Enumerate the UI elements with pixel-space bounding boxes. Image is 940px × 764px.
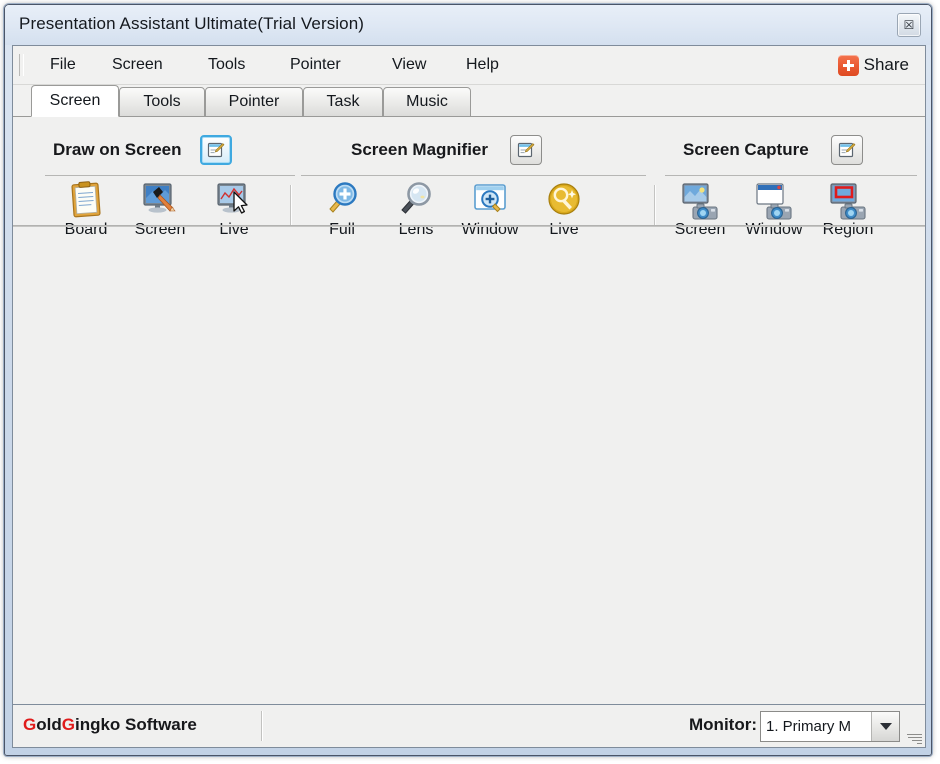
menu-item-screen[interactable]: Screen bbox=[105, 46, 170, 84]
ribbon-item-label: Full bbox=[329, 221, 355, 238]
monitor-pen-icon bbox=[139, 180, 181, 220]
menu-item-view[interactable]: View bbox=[385, 46, 433, 84]
ribbon-items-draw-on-screen: Board Screen Live bbox=[49, 179, 271, 239]
status-separator bbox=[261, 711, 263, 741]
close-button[interactable]: ☒ bbox=[897, 13, 921, 37]
window-title: Presentation Assistant Ultimate(Trial Ve… bbox=[19, 14, 365, 33]
ribbon-group-draw-on-screen: Draw on Screen Board Screen Live bbox=[25, 117, 295, 238]
group-underline-screen-capture bbox=[665, 175, 917, 176]
status-bar: GoldGingko Software Monitor: 1. Primary … bbox=[12, 704, 926, 748]
tab-strip: Screen Tools Pointer Task Music bbox=[13, 85, 925, 117]
magnifier-live-icon bbox=[543, 180, 585, 220]
draw-on-screen-settings-button[interactable] bbox=[199, 135, 232, 165]
ribbon-item-label: Live bbox=[549, 221, 579, 238]
group-underline-screen-magnifier bbox=[301, 175, 646, 176]
main-work-area[interactable] bbox=[13, 258, 925, 707]
share-label: Share bbox=[863, 55, 909, 74]
ribbon-item-live-draw[interactable]: Live bbox=[197, 179, 271, 239]
ribbon-item-label: Window bbox=[745, 221, 803, 238]
tab-tools[interactable]: Tools bbox=[119, 87, 205, 117]
resize-grip-icon[interactable] bbox=[906, 728, 922, 744]
menu-item-file[interactable]: File bbox=[43, 46, 83, 84]
magnifier-plus-icon bbox=[321, 180, 363, 220]
chevron-down-icon[interactable] bbox=[871, 712, 899, 741]
ribbon-item-label: Region bbox=[822, 221, 874, 238]
window-magnifier-icon bbox=[469, 180, 511, 220]
camera-screen-icon bbox=[679, 180, 721, 220]
ribbon-item-live-magnify[interactable]: Live bbox=[527, 179, 601, 239]
ribbon-items-screen-capture: Screen Window Region bbox=[663, 179, 885, 239]
ribbon-item-screen-draw[interactable]: Screen bbox=[123, 179, 197, 239]
application-window: Presentation Assistant Ultimate(Trial Ve… bbox=[4, 4, 932, 756]
monitor-cursor-icon bbox=[213, 180, 255, 220]
camera-region-icon bbox=[827, 180, 869, 220]
group-underline-draw-on-screen bbox=[45, 175, 295, 176]
brand-label: GoldGingko Software bbox=[23, 715, 197, 734]
ribbon-item-label: Screen bbox=[134, 221, 186, 238]
camera-window-icon bbox=[753, 180, 795, 220]
screen-capture-settings-button[interactable] bbox=[830, 135, 863, 165]
ribbon-item-board[interactable]: Board bbox=[49, 179, 123, 239]
title-bar: Presentation Assistant Ultimate(Trial Ve… bbox=[5, 5, 931, 45]
ribbon-item-label: Window bbox=[461, 221, 519, 238]
ribbon-item-capture-screen[interactable]: Screen bbox=[663, 179, 737, 239]
monitor-selected-value: 1. Primary M bbox=[766, 718, 852, 735]
edit-pencil-icon bbox=[517, 142, 535, 158]
ribbon-item-capture-region[interactable]: Region bbox=[811, 179, 885, 239]
ribbon-group-screen-capture: Screen Capture Screen Window Region bbox=[655, 117, 925, 238]
group-header-screen-capture: Screen Capture bbox=[683, 134, 863, 166]
ribbon-group-screen-magnifier: Screen Magnifier Full Lens Window Live bbox=[291, 117, 654, 238]
edit-pencil-icon bbox=[838, 142, 855, 158]
menu-item-pointer[interactable]: Pointer bbox=[283, 46, 348, 84]
menu-item-help[interactable]: Help bbox=[459, 46, 506, 84]
ribbon-item-capture-window[interactable]: Window bbox=[737, 179, 811, 239]
edit-pencil-icon bbox=[207, 142, 224, 158]
menu-item-tools[interactable]: Tools bbox=[201, 46, 252, 84]
ribbon-item-full[interactable]: Full bbox=[305, 179, 379, 239]
tab-pointer[interactable]: Pointer bbox=[205, 87, 303, 117]
clipboard-board-icon bbox=[65, 180, 107, 220]
tab-music[interactable]: Music bbox=[383, 87, 471, 117]
menu-grip-handle[interactable] bbox=[19, 54, 24, 76]
ribbon-item-lens[interactable]: Lens bbox=[379, 179, 453, 239]
menu-bar: File Screen Tools Pointer View Help Shar… bbox=[13, 46, 925, 85]
ribbon-item-label: Live bbox=[219, 221, 249, 238]
client-area: File Screen Tools Pointer View Help Shar… bbox=[12, 45, 926, 707]
tab-screen[interactable]: Screen bbox=[31, 85, 119, 117]
monitor-label: Monitor: bbox=[689, 715, 757, 734]
monitor-select[interactable]: 1. Primary M bbox=[760, 711, 900, 742]
ribbon-item-label: Screen bbox=[674, 221, 726, 238]
group-title-draw-on-screen: Draw on Screen bbox=[53, 140, 182, 159]
group-title-screen-capture: Screen Capture bbox=[683, 140, 809, 159]
magnifier-lens-icon bbox=[395, 180, 437, 220]
group-header-screen-magnifier: Screen Magnifier bbox=[351, 134, 542, 166]
close-icon: ☒ bbox=[903, 18, 915, 32]
ribbon-toolbar: Draw on Screen Board Screen Live Screen … bbox=[13, 117, 925, 238]
ribbon-item-label: Lens bbox=[398, 221, 434, 238]
group-header-draw-on-screen: Draw on Screen bbox=[53, 134, 232, 166]
ribbon-items-screen-magnifier: Full Lens Window Live bbox=[305, 179, 601, 239]
tab-task[interactable]: Task bbox=[303, 87, 383, 117]
plus-icon bbox=[837, 54, 859, 76]
screen-magnifier-settings-button[interactable] bbox=[510, 135, 542, 165]
share-button[interactable]: Share bbox=[836, 51, 911, 79]
ribbon-item-window-magnify[interactable]: Window bbox=[453, 179, 527, 239]
group-title-screen-magnifier: Screen Magnifier bbox=[351, 140, 488, 159]
ribbon-item-label: Board bbox=[64, 221, 108, 238]
